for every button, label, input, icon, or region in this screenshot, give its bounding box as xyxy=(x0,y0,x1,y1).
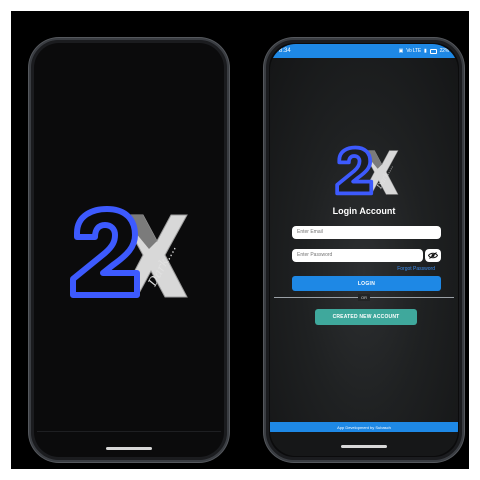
eye-off-icon xyxy=(428,252,438,259)
forgot-password-link[interactable]: Forgot Password xyxy=(397,266,435,272)
home-indicator[interactable] xyxy=(106,447,152,450)
signal-icon: ▮ xyxy=(424,48,427,54)
home-indicator[interactable] xyxy=(341,445,387,448)
login-phone: 8:34 ▣ Vo LTE ▮ 22% Dark.... Login Accou… xyxy=(264,38,464,462)
splash-phone: Dark.... xyxy=(29,38,229,462)
nav-divider xyxy=(37,431,221,432)
password-field[interactable] xyxy=(292,249,423,262)
battery-percent: 22% xyxy=(439,48,450,54)
login-logo: Dark.... xyxy=(335,145,399,199)
login-title: Login Account xyxy=(332,206,396,216)
login-screen: 8:34 ▣ Vo LTE ▮ 22% Dark.... Login Accou… xyxy=(270,44,458,456)
or-divider: OR xyxy=(274,294,454,302)
status-icons: ▣ Vo LTE ▮ 22% xyxy=(398,48,450,54)
volte-label: Vo LTE xyxy=(406,48,422,54)
logo-2x-graphic-small: Dark.... xyxy=(335,145,399,196)
login-button[interactable]: LOGIN xyxy=(292,276,441,291)
status-time: 8:34 xyxy=(279,48,291,54)
battery-icon xyxy=(429,48,437,54)
logo-2x-graphic: Dark.... xyxy=(70,206,188,298)
splash-logo: Dark.... xyxy=(69,205,189,305)
nav-area xyxy=(270,432,458,456)
sim-icon: ▣ xyxy=(398,48,404,54)
footer-credit: App Development by Subasch xyxy=(270,422,458,432)
screenshot-frame: Dark.... 8:34 ▣ Vo LTE ▮ 22% Dark.... Lo… xyxy=(11,11,469,469)
or-label: OR xyxy=(358,294,370,301)
toggle-password-visibility-button[interactable] xyxy=(425,249,441,262)
create-account-button[interactable]: CREATED NEW ACCOUNT xyxy=(315,309,417,325)
status-bar: 8:34 ▣ Vo LTE ▮ 22% xyxy=(270,44,458,58)
email-field[interactable] xyxy=(292,226,441,239)
